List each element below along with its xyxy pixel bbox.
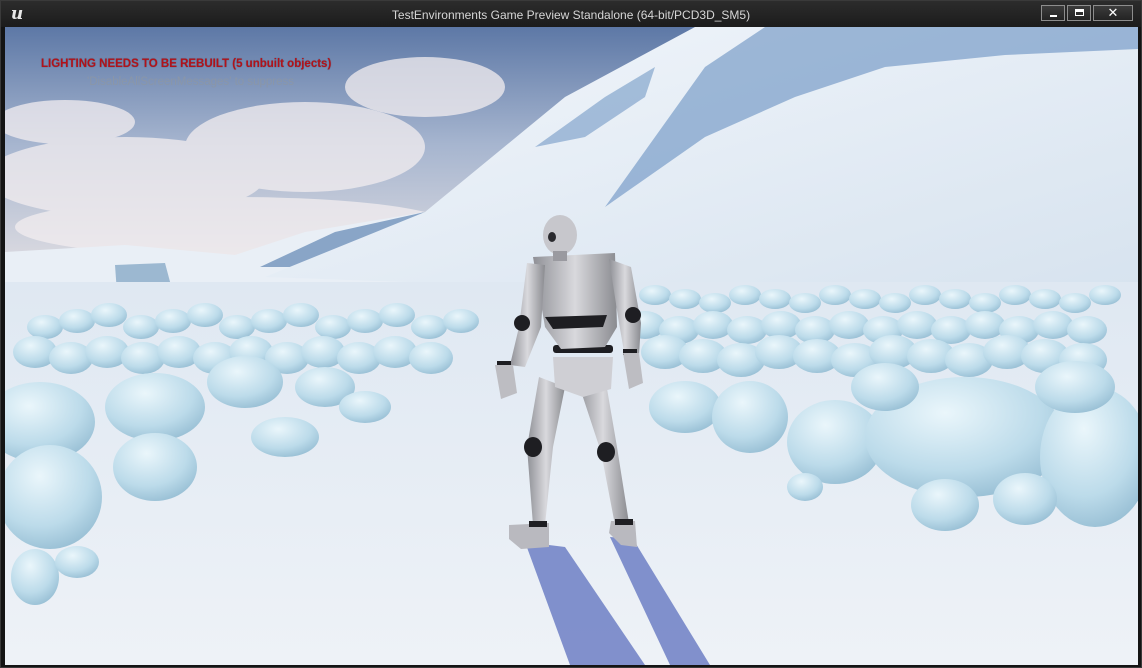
- ice-boulder: [712, 381, 788, 453]
- ice-boulder: [669, 289, 701, 309]
- ice-boulder: [11, 549, 59, 605]
- ice-boulder: [911, 479, 979, 531]
- window-controls: ✕: [1039, 5, 1133, 21]
- ice-boulder: [155, 309, 191, 333]
- minimize-icon: [1050, 15, 1057, 17]
- ice-boulder: [113, 433, 197, 501]
- ice-boulder: [639, 285, 671, 305]
- ice-boulder: [851, 363, 919, 411]
- ice-boulder: [909, 285, 941, 305]
- ice-boulder: [829, 311, 869, 339]
- ice-boulder: [1033, 311, 1073, 339]
- ice-boulder: [787, 473, 823, 501]
- ice-boulder: [699, 293, 731, 313]
- ice-boulder: [207, 356, 283, 408]
- ice-boulder: [347, 309, 383, 333]
- unreal-engine-logo-icon: u: [10, 4, 24, 24]
- close-icon: ✕: [1107, 6, 1119, 21]
- ice-boulder: [999, 285, 1031, 305]
- ice-boulder: [693, 311, 733, 339]
- ice-boulder: [27, 315, 63, 339]
- game-window: u TestEnvironments Game Preview Standalo…: [0, 0, 1142, 668]
- ice-boulder: [1029, 289, 1061, 309]
- ice-boulder: [761, 311, 801, 339]
- ice-boulder: [409, 342, 453, 374]
- ice-boulder: [315, 315, 351, 339]
- minimize-button[interactable]: [1041, 5, 1065, 21]
- ice-boulder: [649, 381, 721, 433]
- ice-boulder: [59, 309, 95, 333]
- ice-boulder: [1067, 316, 1107, 344]
- maximize-button[interactable]: [1067, 5, 1091, 21]
- maximize-icon: [1075, 9, 1084, 16]
- ice-boulder: [283, 303, 319, 327]
- ice-boulder: [819, 285, 851, 305]
- ice-boulder: [219, 315, 255, 339]
- ice-boulder: [105, 373, 205, 441]
- ice-boulder: [939, 289, 971, 309]
- lighting-warning-message: LIGHTING NEEDS TO BE REBUILT (5 unbuilt …: [41, 58, 332, 70]
- ice-boulder: [729, 285, 761, 305]
- ice-boulder: [789, 293, 821, 313]
- game-viewport[interactable]: LIGHTING NEEDS TO BE REBUILT (5 unbuilt …: [5, 27, 1138, 665]
- ice-boulder: [339, 391, 391, 423]
- ice-boulder: [187, 303, 223, 327]
- ice-boulder: [123, 315, 159, 339]
- ice-boulder: [91, 303, 127, 327]
- ice-boulder: [759, 289, 791, 309]
- ice-boulder: [443, 309, 479, 333]
- ice-boulder: [879, 293, 911, 313]
- ice-boulder: [849, 289, 881, 309]
- ice-boulder: [897, 311, 937, 339]
- ice-boulder: [727, 316, 767, 344]
- title-bar[interactable]: u TestEnvironments Game Preview Standalo…: [1, 1, 1141, 27]
- ice-boulder: [379, 303, 415, 327]
- ice-boulder: [251, 309, 287, 333]
- ice-boulder: [993, 473, 1057, 525]
- ice-boulder: [969, 293, 1001, 313]
- ice-boulder: [1035, 361, 1115, 413]
- ice-boulder: [1089, 285, 1121, 305]
- snow-scene: [5, 27, 1138, 665]
- ice-boulder: [965, 311, 1005, 339]
- ice-boulder: [1059, 293, 1091, 313]
- close-button[interactable]: ✕: [1093, 5, 1133, 21]
- window-title: TestEnvironments Game Preview Standalone…: [391, 8, 751, 22]
- ice-boulder: [411, 315, 447, 339]
- suppress-messages-hint: 'DisableAllScreenMessages' to suppress: [87, 76, 295, 88]
- ice-boulder: [251, 417, 319, 457]
- ice-boulder: [55, 546, 99, 578]
